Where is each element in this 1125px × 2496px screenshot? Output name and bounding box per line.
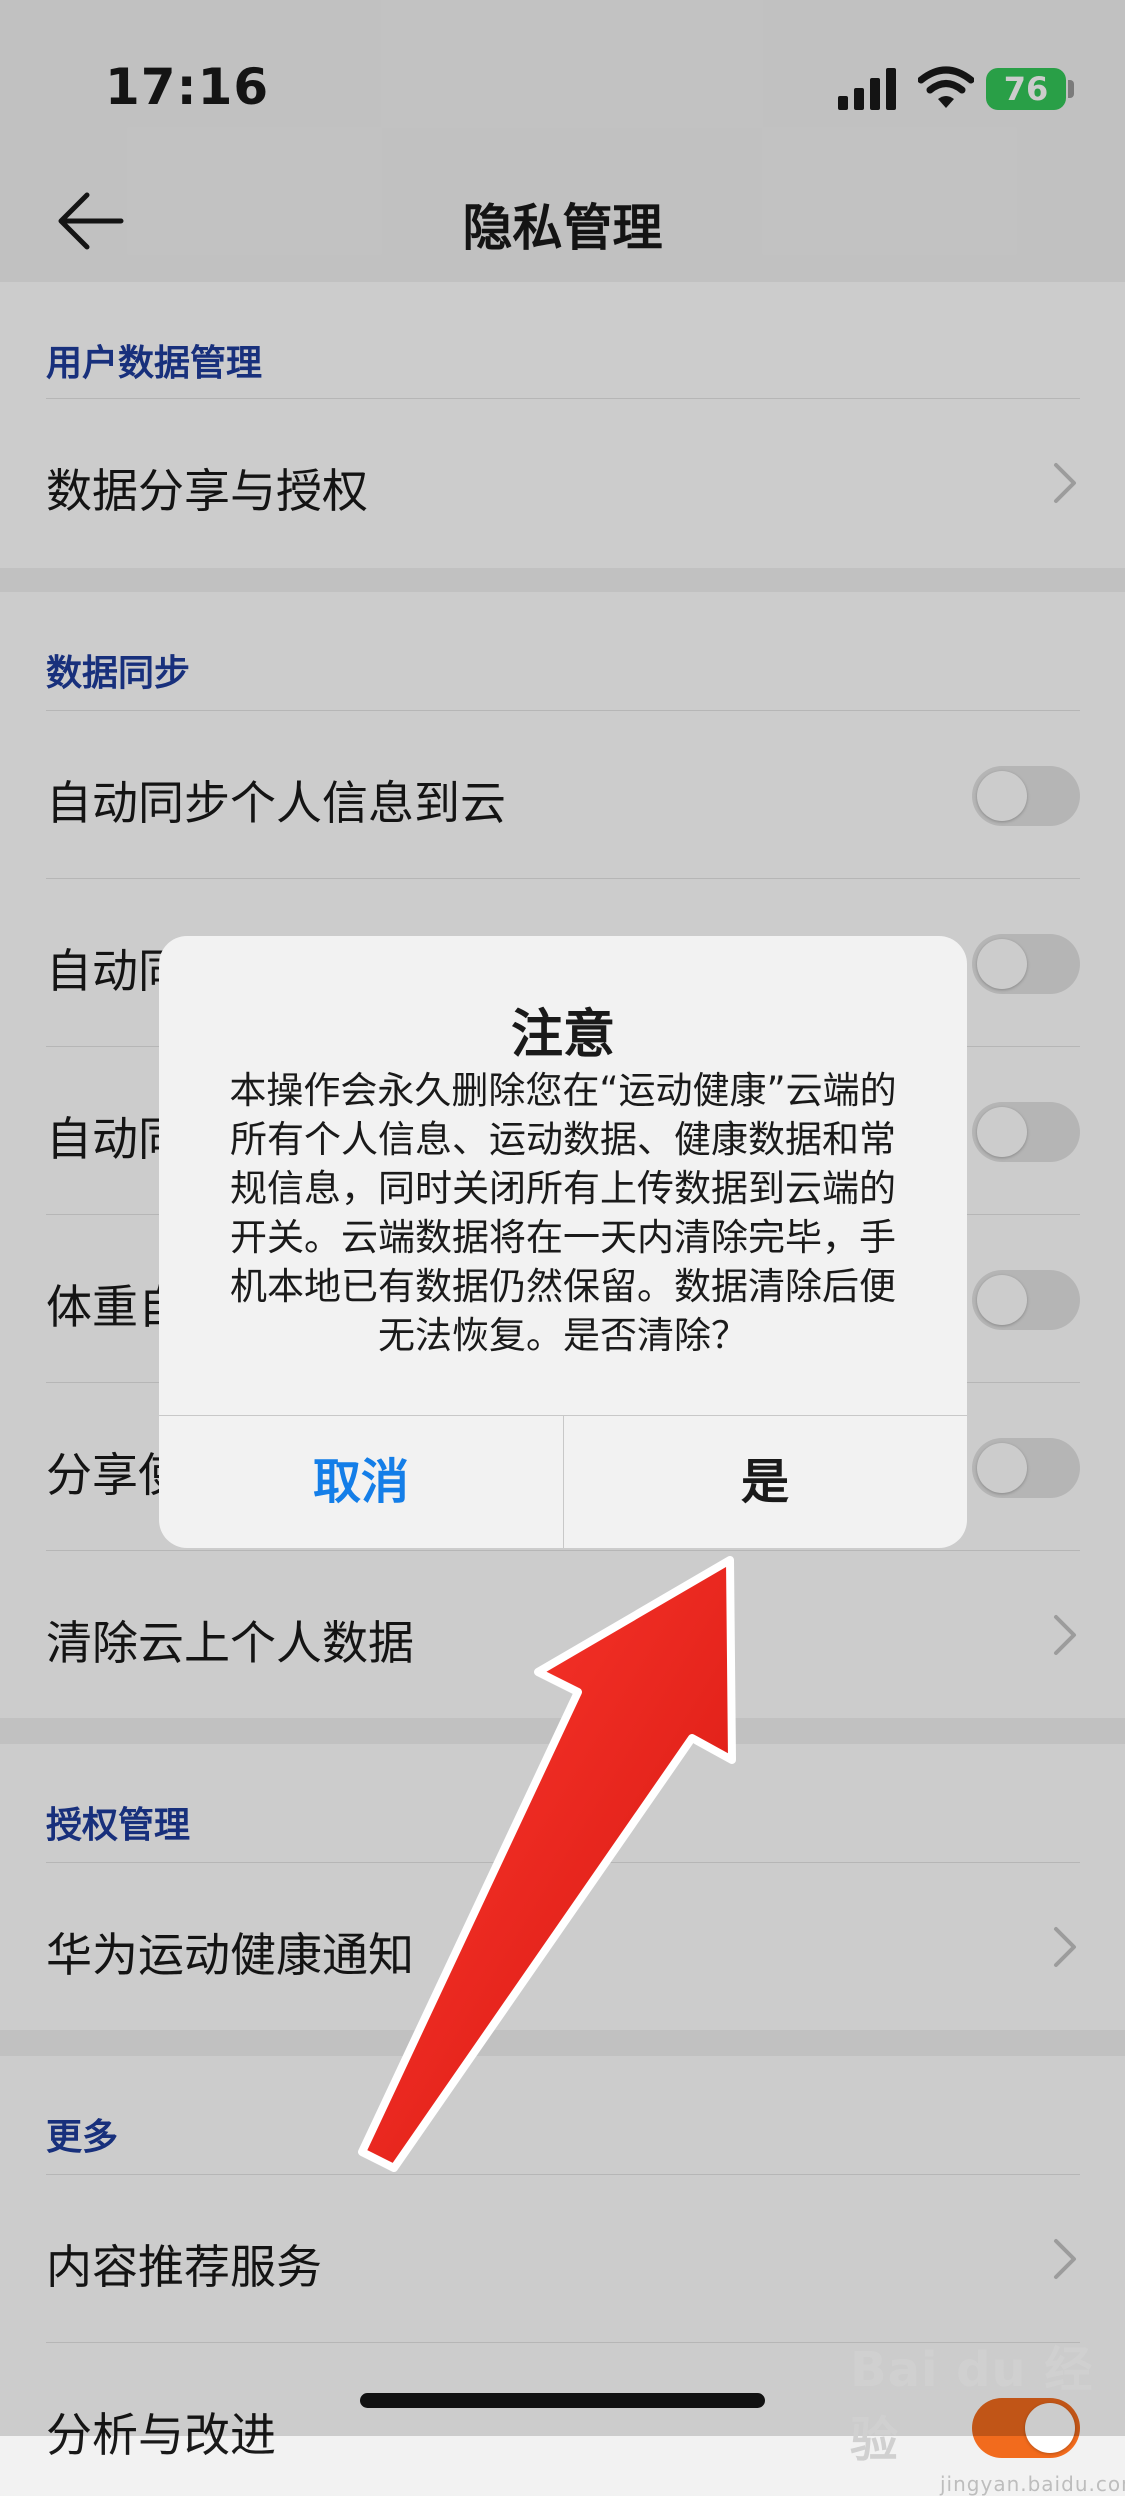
dialog-message: 本操作会永久删除您在“运动健康”云端的所有个人信息、运动数据、健康数据和常规信息…	[229, 1069, 897, 1357]
dialog-title: 注意	[510, 1005, 615, 1065]
cancel-button[interactable]: 取消	[159, 1416, 564, 1548]
watermark-brand: Bai du 经验	[850, 2342, 1094, 2468]
confirm-dialog: 注意 本操作会永久删除您在“运动健康”云端的所有个人信息、运动数据、健康数据和常…	[159, 936, 967, 1548]
dialog-button-bar: 取消 是	[159, 1415, 967, 1548]
red-pointer-arrow-icon	[358, 1556, 736, 2172]
baidu-jingyan-watermark: Bai du 经验 jingyan.baidu.com	[850, 2330, 1125, 2496]
home-indicator[interactable]	[360, 2393, 765, 2408]
confirm-button[interactable]: 是	[563, 1416, 967, 1548]
watermark-url: jingyan.baidu.com	[940, 2472, 1125, 2496]
